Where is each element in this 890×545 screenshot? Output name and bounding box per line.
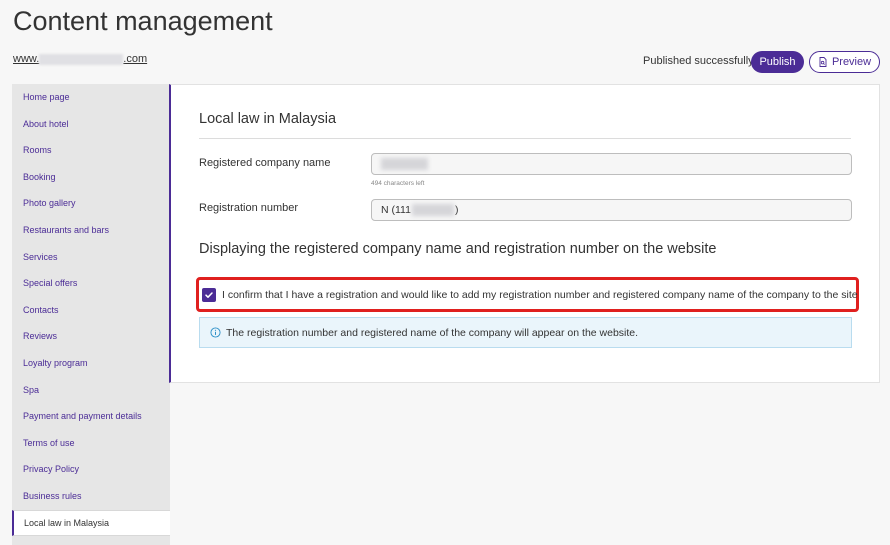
content-panel: Local law in Malaysia Registered company… [169,84,880,383]
company-name-label: Registered company name [199,157,331,169]
registration-number-prefix: N (111 [381,204,411,216]
sidebar-item-privacy-policy[interactable]: Privacy Policy [12,456,170,482]
confirm-registration-row: I confirm that I have a registration and… [196,277,859,312]
preview-button[interactable]: Preview [809,51,880,73]
redacted-company-name [381,158,428,170]
sidebar-item-local-law-malaysia[interactable]: Local law in Malaysia [12,510,170,536]
checkmark-icon [205,291,213,298]
sidebar-item-restaurants-and-bars[interactable]: Restaurants and bars [12,217,170,243]
info-message: The registration number and registered n… [199,317,852,348]
registration-number-input[interactable]: N (111 ) [371,199,852,221]
info-message-text: The registration number and registered n… [226,326,639,339]
sidebar-item-spa[interactable]: Spa [12,377,170,403]
site-link[interactable]: www. .com [13,53,147,65]
page-title: Content management [13,6,273,36]
section-title: Local law in Malaysia [199,111,337,127]
preview-label: Preview [831,56,872,68]
site-link-prefix: www. [13,53,40,65]
sidebar-item-photo-gallery[interactable]: Photo gallery [12,190,170,216]
sidebar-item-payment-details[interactable]: Payment and payment details [12,403,170,429]
sidebar-item-special-offers[interactable]: Special offers [12,270,170,296]
registration-number-suffix: ) [454,204,459,216]
document-preview-icon [819,57,827,67]
registration-number-label: Registration number [199,202,299,214]
sidebar-item-loyalty-program[interactable]: Loyalty program [12,350,170,376]
sidebar-item-reviews[interactable]: Reviews [12,323,170,349]
info-icon [210,327,221,338]
confirm-checkbox-label[interactable]: I confirm that I have a registration and… [222,289,858,301]
confirm-checkbox[interactable] [202,287,216,302]
sidebar-item-home-page[interactable]: Home page [12,84,170,110]
sidebar-item-services[interactable]: Services [12,244,170,270]
section-divider [199,138,851,139]
publish-button[interactable]: Publish [751,51,804,73]
site-link-suffix: .com [123,53,148,65]
display-section-title: Displaying the registered company name a… [199,241,717,257]
company-name-input[interactable] [371,153,852,175]
sidebar-item-contacts[interactable]: Contacts [12,297,170,323]
company-name-hint: 494 characters left [371,180,425,187]
sidebar-item-booking[interactable]: Booking [12,164,170,190]
sidebar-item-business-rules[interactable]: Business rules [12,483,170,509]
sidebar-item-terms-of-use[interactable]: Terms of use [12,430,170,456]
publish-status: Published successfully [643,55,754,67]
redacted-domain [39,53,124,65]
redacted-registration-number [411,204,454,216]
sidebar-item-about-hotel[interactable]: About hotel [12,111,170,137]
sidebar-item-rooms[interactable]: Rooms [12,137,170,163]
sidebar-nav: Home page About hotel Rooms Booking Phot… [12,84,170,545]
